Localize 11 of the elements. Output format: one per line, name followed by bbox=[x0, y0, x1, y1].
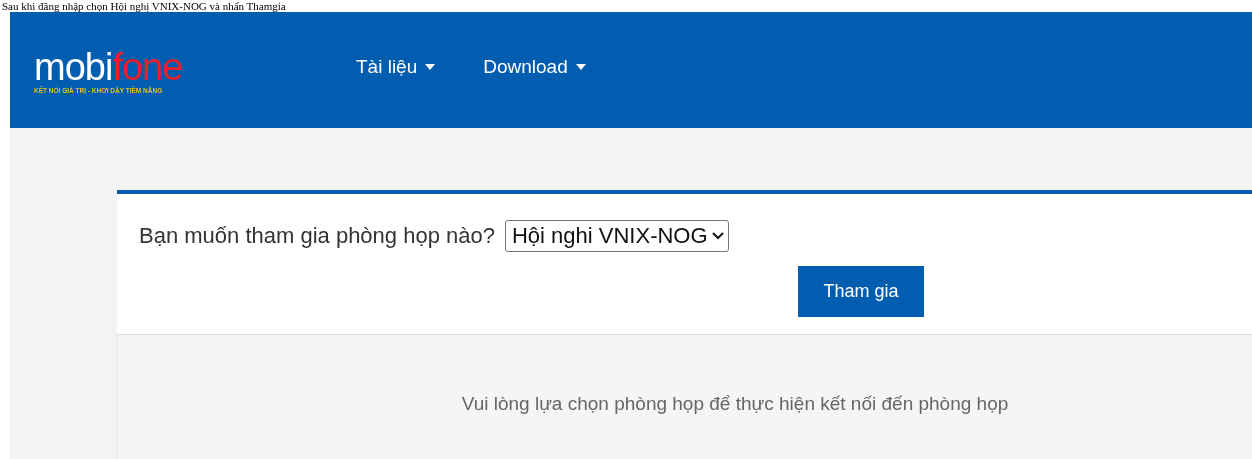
caption-text: Sau khi đăng nhập chọn Hội nghị VNIX-NOG và nhấn Thamgia bbox=[1, 0, 287, 12]
instruction-message: Vui lòng lựa chọn phòng họp để thực hiện kết nối đến phòng họp bbox=[461, 393, 1009, 416]
logo-wordmark: mobifone bbox=[34, 48, 184, 85]
chevron-down-icon bbox=[711, 232, 724, 240]
caret-icon bbox=[575, 64, 586, 70]
room-select[interactable]: Hội nghi VNIX-NOG bbox=[504, 220, 729, 252]
caret-icon bbox=[425, 64, 436, 70]
menu-dropdown[interactable]: Download bbox=[483, 56, 586, 78]
question-label: Bạn muốn tham gia phòng họp nào? bbox=[139, 223, 495, 249]
menu-dropdown[interactable]: Tài liệu bbox=[356, 56, 436, 78]
join-button[interactable]: Tham gia bbox=[798, 266, 924, 317]
